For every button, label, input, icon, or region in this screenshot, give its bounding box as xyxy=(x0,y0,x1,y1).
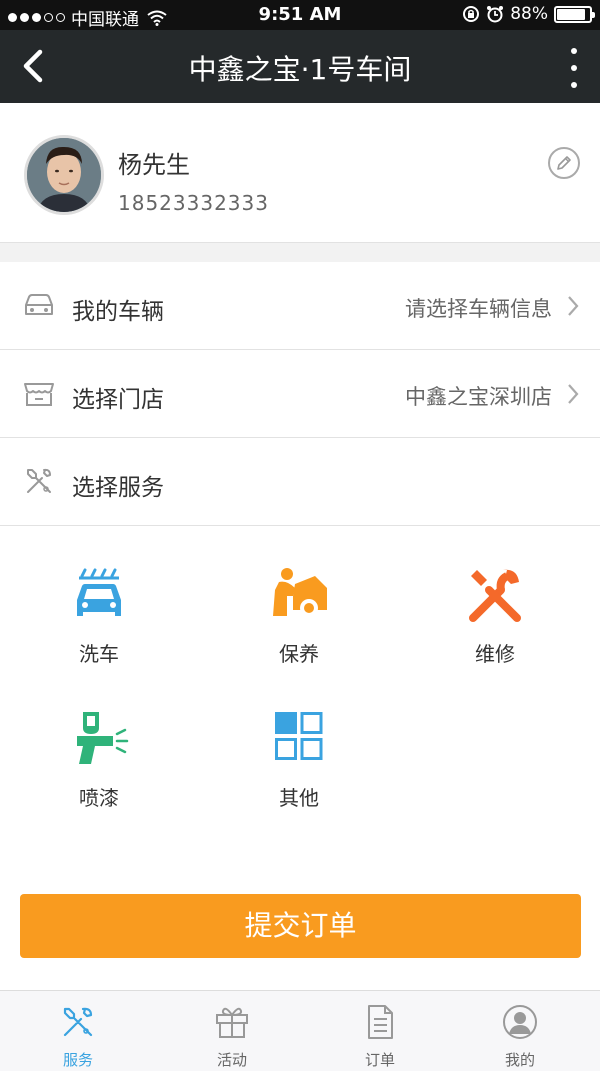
service-repair[interactable]: 维修 xyxy=(435,566,555,676)
row-value: 请选择车辆信息 xyxy=(405,297,552,321)
tab-service[interactable]: 服务 xyxy=(3,991,153,1071)
service-other[interactable]: 其他 xyxy=(239,710,359,820)
tab-mine[interactable]: 我的 xyxy=(445,991,595,1071)
tab-orders[interactable]: 订单 xyxy=(305,991,455,1071)
tab-label: 我的 xyxy=(504,1051,535,1069)
tab-label: 活动 xyxy=(216,1051,247,1069)
page-title: 中鑫之宝·1号车间 xyxy=(188,53,412,86)
repair-icon xyxy=(469,569,521,622)
more-vertical-icon-dot xyxy=(571,65,577,71)
gift-icon xyxy=(216,1007,248,1038)
chevron-right-icon xyxy=(568,384,579,404)
row-label: 我的车辆 xyxy=(72,299,164,325)
service-painting[interactable]: 喷漆 xyxy=(39,710,159,820)
row-select-store[interactable]: 选择门店 中鑫之宝深圳店 xyxy=(0,350,600,438)
service-label: 洗车 xyxy=(79,642,119,666)
store-icon xyxy=(24,383,54,406)
more-button[interactable] xyxy=(562,48,586,88)
row-value: 中鑫之宝深圳店 xyxy=(405,385,552,409)
row-my-vehicle[interactable]: 我的车辆 请选择车辆信息 xyxy=(0,262,600,350)
tab-bar: 服务 活动 订单 我的 xyxy=(0,990,600,1071)
service-car-wash[interactable]: 洗车 xyxy=(39,566,159,676)
status-right: 88% xyxy=(462,4,595,24)
rotation-lock-icon xyxy=(463,6,480,22)
grid-icon xyxy=(275,712,323,760)
tab-label: 订单 xyxy=(364,1051,395,1069)
user-icon xyxy=(503,1005,537,1039)
spray-gun-icon xyxy=(77,712,129,764)
nav-bar: 中鑫之宝·1号车间 xyxy=(0,30,600,103)
battery-percent: 88% xyxy=(510,4,548,24)
alarm-icon xyxy=(487,6,504,23)
car-icon xyxy=(25,294,53,315)
tools-icon xyxy=(63,1007,93,1037)
service-maintenance[interactable]: 保养 xyxy=(239,566,359,676)
more-vertical-icon-dot xyxy=(571,82,577,88)
chevron-right-icon xyxy=(568,296,579,316)
service-grid: 洗车 保养 维修 喷漆 其他 提交订单 xyxy=(0,526,600,990)
car-wash-icon xyxy=(77,568,121,616)
avatar-image xyxy=(27,138,101,212)
profile-phone: 18523332333 xyxy=(118,191,269,215)
maintenance-icon xyxy=(273,568,327,617)
service-label: 其他 xyxy=(279,786,319,810)
avatar[interactable] xyxy=(24,135,104,215)
row-label: 选择门店 xyxy=(72,387,164,413)
service-label: 维修 xyxy=(475,642,515,666)
tab-activity[interactable]: 活动 xyxy=(157,991,307,1071)
tab-label: 服务 xyxy=(62,1051,93,1069)
service-label: 保养 xyxy=(279,642,319,666)
pencil-icon xyxy=(557,156,571,170)
battery-fill xyxy=(557,8,586,20)
status-bar: 中国联通 9:51 AM 88% xyxy=(0,0,600,30)
more-vertical-icon-dot xyxy=(571,48,577,54)
row-select-service: 选择服务 xyxy=(0,438,600,526)
edit-profile-button[interactable] xyxy=(548,147,580,179)
document-icon xyxy=(368,1005,393,1039)
profile-name: 杨先生 xyxy=(118,151,190,179)
profile-card: 杨先生 18523332333 xyxy=(0,103,600,243)
row-label: 选择服务 xyxy=(72,475,164,501)
service-label: 喷漆 xyxy=(79,786,119,810)
settings-list: 我的车辆 请选择车辆信息 选择门店 中鑫之宝深圳店 选择服务 xyxy=(0,262,600,526)
submit-order-button[interactable]: 提交订单 xyxy=(20,894,581,958)
battery-icon xyxy=(554,5,595,23)
tools-icon xyxy=(27,468,51,493)
